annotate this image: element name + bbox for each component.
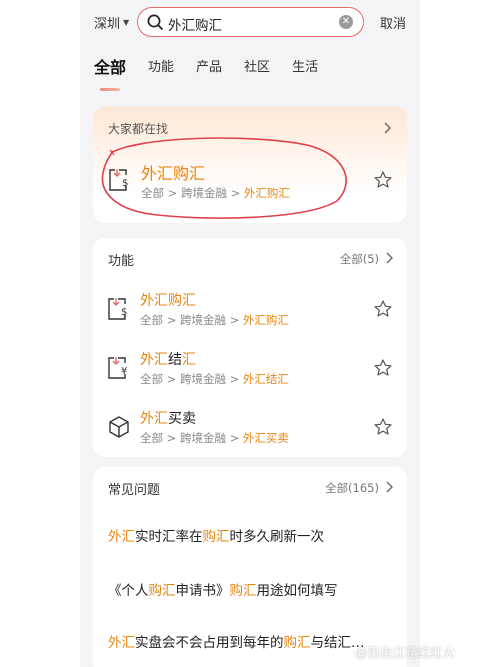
functions-card: 功能 全部(5) $ 外汇购汇 全部 > 跨境金融 > 外汇购汇 ¥ 外汇结汇 … [93,238,407,457]
function-item[interactable]: ¥ 外汇结汇 全部 > 跨境金融 > 外汇结汇 [93,341,407,399]
faq-card: 常见问题 全部(165) 外汇实时汇率在购汇时多久刷新一次 《个人购汇申请书》购… [93,467,407,667]
tab-products[interactable]: 产品 [196,58,222,78]
active-tab-indicator [100,88,120,91]
svg-text:¥: ¥ [121,366,127,377]
functions-all-link[interactable]: 全部(5) [340,251,379,267]
watermark: @日出江花红红火 [355,645,456,660]
search-input[interactable]: 外汇购汇 [168,14,222,34]
top-bar: 深圳 ▼ 外汇购汇 ✕ 取消 [80,0,420,45]
yen-exchange-icon: ¥ [108,357,127,379]
search-icon [147,14,163,30]
popular-title[interactable]: 外汇购汇 [141,160,205,184]
currency-exchange-icon: $ [109,169,128,191]
star-icon[interactable] [373,299,393,319]
tab-life[interactable]: 生活 [292,58,318,78]
city-selector[interactable]: 深圳 ▼ [94,13,129,32]
tab-community[interactable]: 社区 [244,58,270,78]
clear-icon[interactable]: ✕ [339,15,353,29]
caret-down-icon: ▼ [123,18,130,27]
tab-functions[interactable]: 功能 [148,58,174,78]
cube-icon [109,416,129,438]
hand-drawn-circle-annotation [101,137,347,219]
function-path: 全部 > 跨境金融 > 外汇买卖 [140,431,289,445]
tab-all[interactable]: 全部 [94,58,126,78]
chevron-right-icon[interactable] [381,250,397,266]
chevron-right-icon[interactable] [381,479,397,495]
cancel-button[interactable]: 取消 [380,13,406,32]
faq-item[interactable]: 外汇实时汇率在购汇时多久刷新一次 [108,525,324,545]
city-label: 深圳 [94,17,121,32]
function-title: 外汇买卖 [140,411,196,427]
faq-item[interactable]: 《个人购汇申请书》购汇用途如何填写 [108,579,338,599]
chevron-right-icon[interactable] [379,120,395,136]
app-screen: 深圳 ▼ 外汇购汇 ✕ 取消 全部 功能 产品 社区 生活 大家都在找 $ 外汇… [80,0,420,667]
currency-exchange-icon: $ [108,298,127,320]
function-path: 全部 > 跨境金融 > 外汇结汇 [140,372,289,386]
function-item[interactable]: 外汇买卖 全部 > 跨境金融 > 外汇买卖 [93,400,407,457]
svg-text:$: $ [121,307,127,318]
popular-path: 全部 > 跨境金融 > 外汇购汇 [141,186,290,200]
result-tabs: 全部 功能 产品 社区 生活 [94,58,340,78]
function-item[interactable]: $ 外汇购汇 全部 > 跨境金融 > 外汇购汇 [93,282,407,340]
functions-heading: 功能 [108,254,135,269]
search-box[interactable]: 外汇购汇 ✕ [137,7,364,37]
svg-text:$: $ [122,178,128,189]
faq-heading: 常见问题 [108,483,161,498]
function-path: 全部 > 跨境金融 > 外汇购汇 [140,313,289,327]
faq-all-link[interactable]: 全部(165) [325,480,379,496]
star-icon[interactable] [373,170,393,190]
function-title: 外汇结汇 [140,352,196,368]
star-icon[interactable] [373,358,393,378]
popular-card: 大家都在找 $ 外汇购汇 全部 > 跨境金融 > 外汇购汇 [93,107,407,223]
star-icon[interactable] [373,417,393,437]
function-title: 外汇购汇 [140,293,196,309]
faq-item[interactable]: 外汇实盘会不会占用到每年的购汇与结汇… [108,631,365,651]
